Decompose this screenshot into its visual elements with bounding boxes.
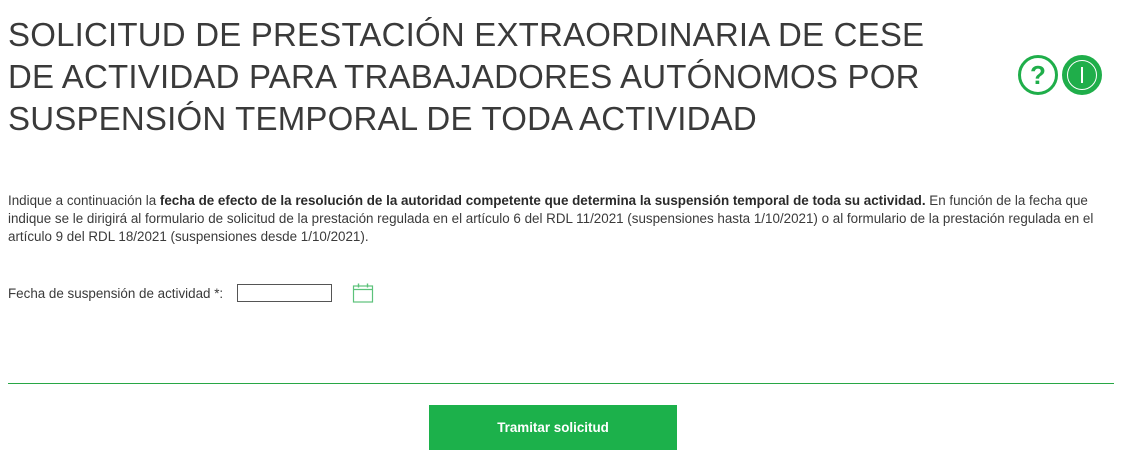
info-circle-icon[interactable]	[1062, 55, 1102, 95]
intro-prefix: Indique a continuación la	[8, 193, 160, 208]
intro-paragraph: Indique a continuación la fecha de efect…	[8, 192, 1114, 246]
question-mark-glyph: ?	[1030, 60, 1046, 90]
page-title: SOLICITUD DE PRESTACIÓN EXTRAORDINARIA D…	[8, 14, 928, 140]
submit-request-button[interactable]: Tramitar solicitud	[429, 405, 677, 450]
calendar-icon[interactable]	[352, 282, 374, 304]
suspension-date-input[interactable]	[237, 284, 333, 302]
help-icons: ?	[1018, 55, 1102, 95]
page-title-line-2: DE ACTIVIDAD PARA TRABAJADORES AUTÓNOMOS…	[8, 58, 920, 95]
suspension-date-row: Fecha de suspensión de actividad *:	[8, 282, 374, 304]
intro-bold-text: fecha de efecto de la resolución de la a…	[159, 193, 926, 208]
suspension-date-label: Fecha de suspensión de actividad *:	[8, 285, 224, 301]
info-icon-bar	[1081, 67, 1083, 83]
info-icon-ring	[1067, 60, 1097, 90]
question-circle-icon[interactable]: ?	[1018, 55, 1058, 95]
page-title-line-1: SOLICITUD DE PRESTACIÓN EXTRAORDINARIA D…	[8, 16, 925, 53]
page-title-line-3: SUSPENSIÓN TEMPORAL DE TODA ACTIVIDAD	[8, 100, 757, 137]
form-divider	[8, 383, 1114, 384]
